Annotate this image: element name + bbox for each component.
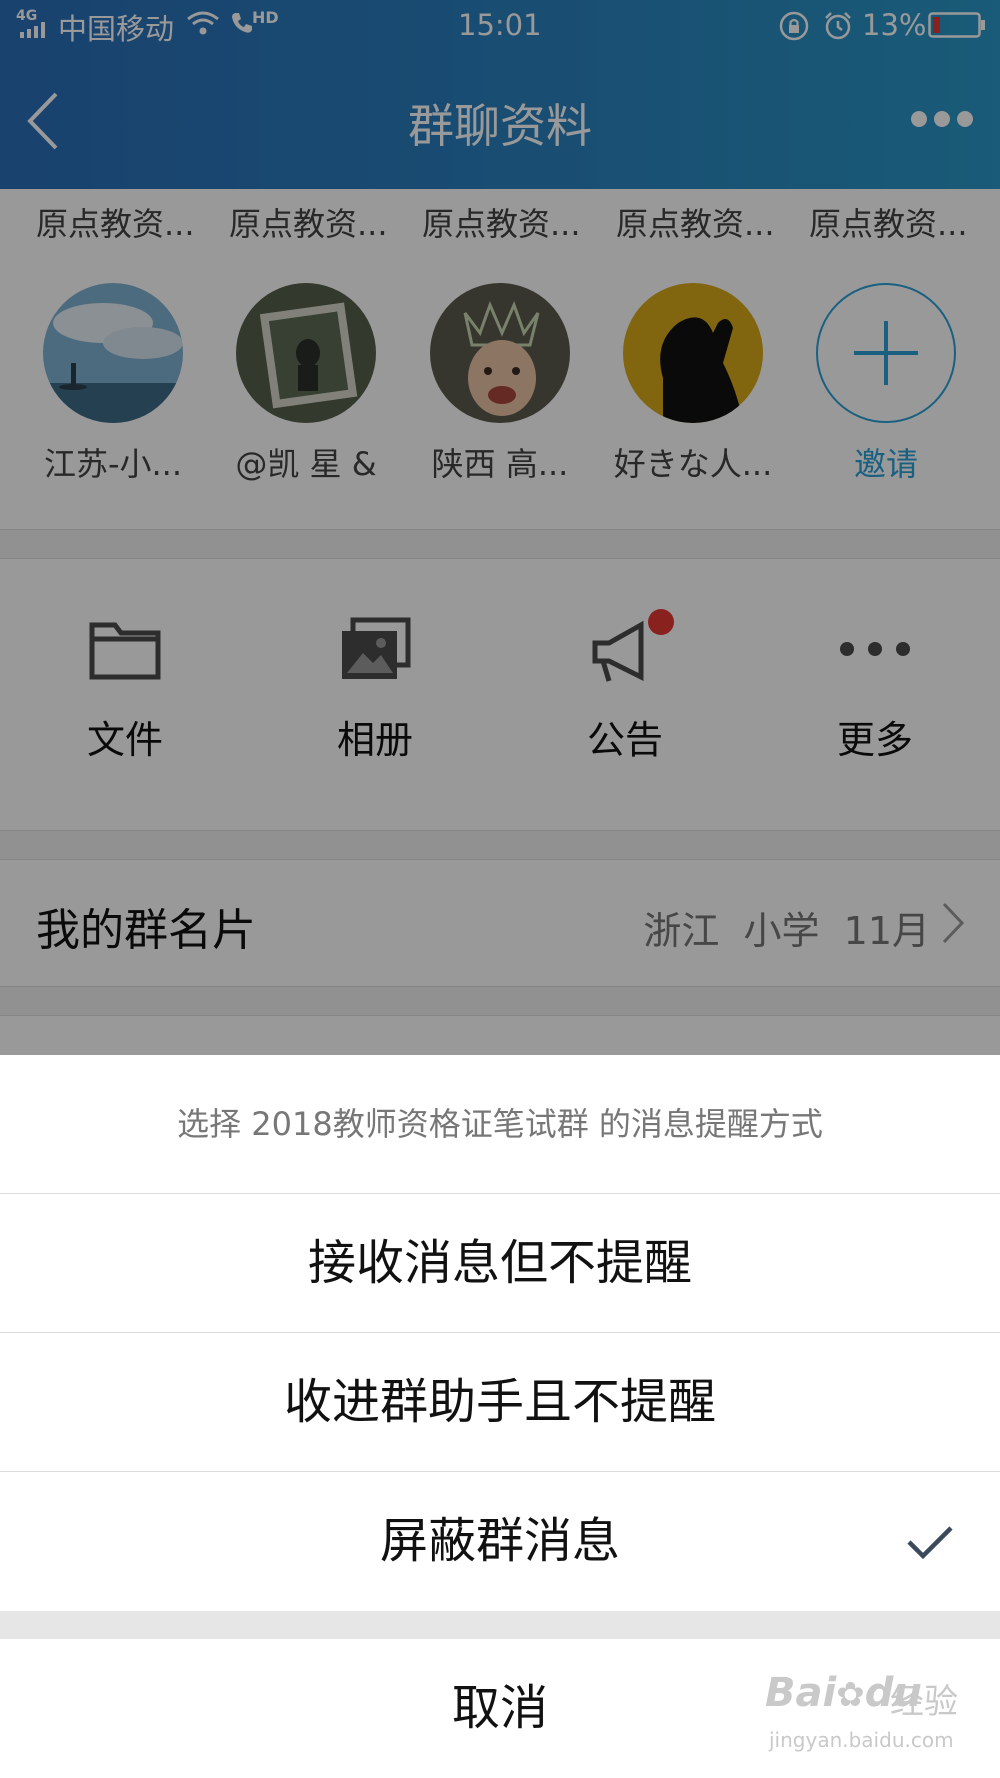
dim-overlay[interactable] — [0, 0, 1000, 1055]
option-move-to-assistant[interactable]: 收进群助手且不提醒 — [0, 1332, 1000, 1472]
option-label: 收进群助手且不提醒 — [283, 1374, 716, 1430]
checkmark-icon — [907, 1526, 953, 1560]
option-receive-no-alert[interactable]: 接收消息但不提醒 — [0, 1193, 1000, 1333]
watermark-suffix: 经验 — [890, 1682, 958, 1722]
sheet-prompt: 选择 2018教师资格证笔试群 的消息提醒方式 — [177, 1105, 823, 1143]
sheet-gap — [0, 1611, 1000, 1639]
notification-setting-sheet: 选择 2018教师资格证笔试群 的消息提醒方式 接收消息但不提醒 收进群助手且不… — [0, 1055, 1000, 1778]
option-block-messages[interactable]: 屏蔽群消息 — [0, 1471, 1000, 1611]
option-label: 屏蔽群消息 — [379, 1513, 620, 1569]
paw-icon: ✿ — [836, 1675, 865, 1715]
baidu-watermark: Bai✿du 经验 jingyan.baidu.com — [765, 1670, 965, 1770]
watermark-url: jingyan.baidu.com — [769, 1728, 954, 1752]
option-label: 接收消息但不提醒 — [307, 1235, 692, 1291]
cancel-label: 取消 — [451, 1680, 548, 1736]
